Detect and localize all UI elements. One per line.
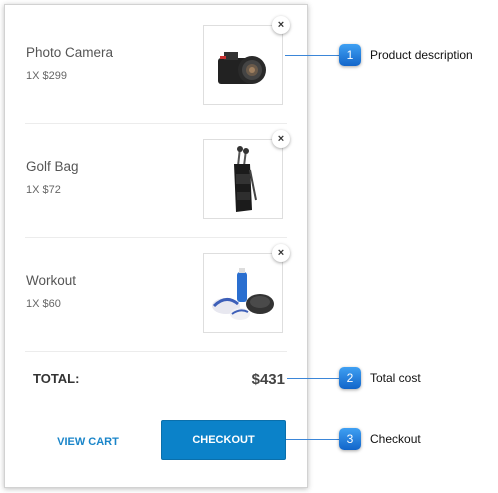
remove-item-button[interactable]: × (272, 244, 290, 262)
callout-badge: 1 (339, 44, 361, 66)
item-name: Golf Bag (26, 159, 79, 174)
item-qty-price: 1X $299 (26, 70, 67, 82)
remove-item-button[interactable]: × (272, 16, 290, 34)
checkout-button[interactable]: CHECKOUT (161, 420, 286, 460)
callout-badge: 3 (339, 428, 361, 450)
item-divider (25, 123, 287, 124)
item-name: Workout (26, 273, 77, 288)
product-thumbnail[interactable] (203, 25, 283, 105)
total-label: TOTAL: (33, 371, 80, 386)
callout-connector (287, 378, 340, 379)
workout-gear-icon (212, 268, 274, 320)
remove-item-button[interactable]: × (272, 130, 290, 148)
product-thumbnail[interactable] (203, 253, 283, 333)
item-divider (25, 237, 287, 238)
item-qty-price: 1X $72 (26, 184, 61, 196)
golf-bag-icon (234, 146, 257, 212)
callout-badge: 2 (339, 367, 361, 389)
camera-icon (218, 52, 266, 84)
callout-connector (286, 439, 340, 440)
callout-label: Checkout (370, 432, 421, 446)
item-qty-price: 1X $60 (26, 298, 61, 310)
callout-label: Total cost (370, 371, 421, 385)
total-value: $431 (251, 371, 285, 388)
callout-label: Product description (370, 48, 473, 62)
item-divider (25, 351, 287, 352)
product-thumbnail[interactable] (203, 139, 283, 219)
view-cart-link[interactable]: VIEW CART (43, 436, 133, 448)
callout-connector (285, 55, 340, 56)
item-name: Photo Camera (26, 45, 114, 60)
mini-cart-panel: Photo Camera 1X $299 × Golf Bag 1X $72 ×… (4, 4, 308, 488)
